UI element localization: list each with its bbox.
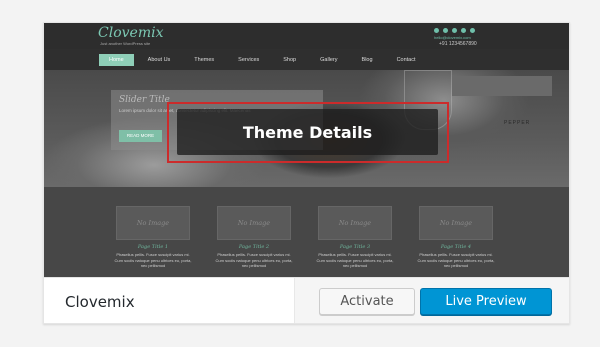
preview-nav-contact: Contact bbox=[396, 57, 416, 63]
preview-logo: Clovemix bbox=[98, 25, 164, 41]
preview-phone: +91 1234567890 bbox=[439, 41, 477, 47]
theme-name: Clovemix bbox=[65, 293, 135, 311]
preview-nav-themes: Themes bbox=[194, 57, 215, 63]
rss-icon bbox=[470, 28, 475, 33]
preview-nav-about: About Us bbox=[147, 57, 171, 63]
preview-page-tile: No Image Page Title 3 Phasellus pellis. … bbox=[302, 206, 403, 276]
preview-nav: Home About Us Themes Services Shop Galle… bbox=[44, 51, 569, 69]
theme-actions: Activate Live Preview bbox=[294, 278, 569, 323]
theme-details-button[interactable]: Theme Details bbox=[177, 109, 438, 155]
linkedin-icon bbox=[452, 28, 457, 33]
facebook-icon bbox=[434, 28, 439, 33]
no-image-placeholder: No Image bbox=[116, 206, 190, 240]
live-preview-button[interactable]: Live Preview bbox=[420, 288, 552, 315]
no-image-placeholder: No Image bbox=[217, 206, 291, 240]
preview-page-title: Page Title 3 bbox=[339, 244, 371, 250]
preview-site-header: Clovemix Just another WordPress site hel… bbox=[44, 23, 569, 49]
preview-page-title: Page Title 4 bbox=[440, 244, 472, 250]
preview-email: hello@clovemix.com bbox=[434, 35, 471, 40]
twitter-icon bbox=[443, 28, 448, 33]
preview-nav-shop: Shop bbox=[283, 57, 297, 63]
theme-card[interactable]: Clovemix Just another WordPress site hel… bbox=[43, 22, 570, 324]
preview-social-icons bbox=[434, 28, 475, 33]
no-image-placeholder: No Image bbox=[318, 206, 392, 240]
preview-page-text: Phasellus pellis. Fusce suscipit varius … bbox=[215, 252, 293, 268]
theme-screenshot[interactable]: Clovemix Just another WordPress site hel… bbox=[44, 23, 569, 277]
preview-tagline: Just another WordPress site bbox=[100, 41, 151, 46]
pepper-shaker-image bbox=[452, 76, 552, 96]
preview-page-tile: No Image Page Title 4 Phasellus pellis. … bbox=[403, 206, 504, 276]
pepper-label: PEPPER bbox=[504, 120, 531, 126]
preview-hero-title: Slider Title bbox=[119, 95, 170, 105]
preview-page-title: Page Title 2 bbox=[238, 244, 270, 250]
preview-nav-gallery: Gallery bbox=[320, 57, 338, 63]
preview-page-title: Page Title 1 bbox=[137, 244, 169, 250]
preview-page-text: Phasellus pellis. Fusce suscipit varius … bbox=[417, 252, 495, 268]
preview-page-tile: No Image Page Title 1 Phasellus pellis. … bbox=[100, 206, 201, 276]
preview-nav-services: Services bbox=[238, 57, 260, 63]
no-image-placeholder: No Image bbox=[419, 206, 493, 240]
theme-card-footer: Clovemix Activate Live Preview bbox=[44, 277, 569, 323]
google-plus-icon bbox=[461, 28, 466, 33]
preview-nav-blog: Blog bbox=[361, 57, 373, 63]
preview-read-more: READ MORE bbox=[119, 130, 162, 142]
activate-button[interactable]: Activate bbox=[319, 288, 415, 315]
preview-page-tile: No Image Page Title 2 Phasellus pellis. … bbox=[201, 206, 302, 276]
preview-nav-home: Home bbox=[99, 54, 134, 66]
preview-page-text: Phasellus pellis. Fusce suscipit varius … bbox=[114, 252, 192, 268]
preview-page-text: Phasellus pellis. Fusce suscipit varius … bbox=[316, 252, 394, 268]
preview-pages-section: No Image Page Title 1 Phasellus pellis. … bbox=[44, 187, 569, 277]
